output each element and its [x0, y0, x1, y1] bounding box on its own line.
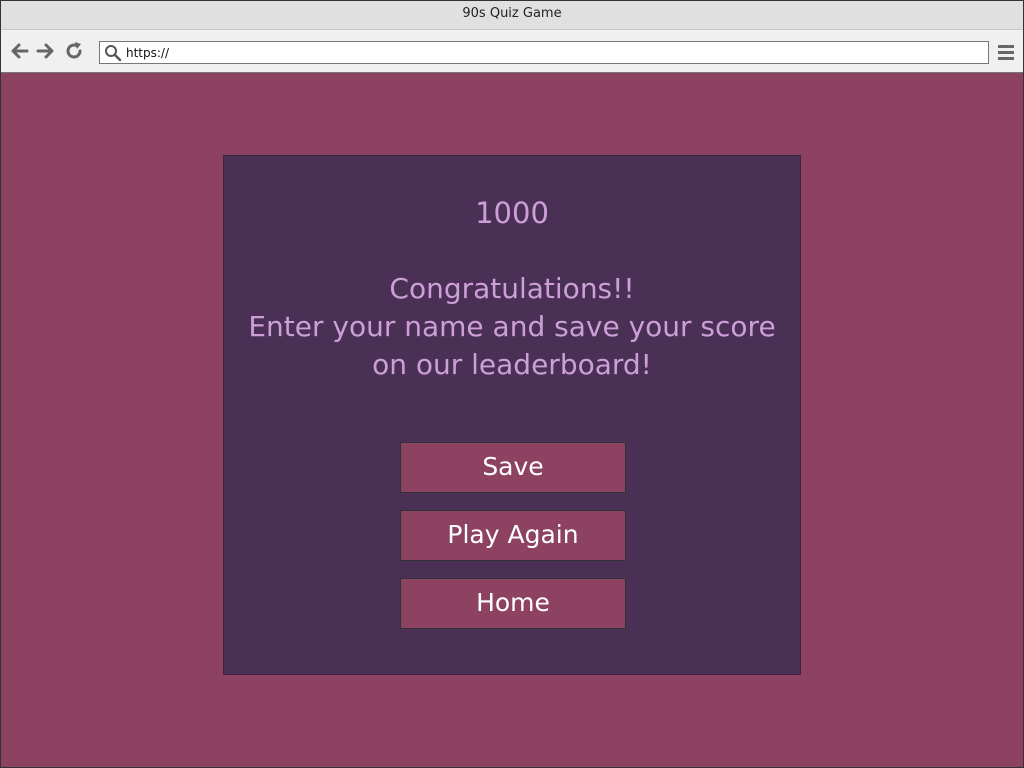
- reload-icon: [66, 42, 82, 59]
- browser-menu-button[interactable]: [997, 41, 1015, 63]
- final-score: 1000: [475, 196, 549, 230]
- message-line: on our leaderboard!: [372, 348, 652, 381]
- browser-window: 90s Quiz Game https:// 1000 Congratulati…: [0, 0, 1024, 768]
- save-button[interactable]: Save: [400, 442, 626, 493]
- window-title: 90s Quiz Game: [1, 1, 1023, 30]
- address-bar[interactable]: [99, 41, 989, 64]
- search-icon: [105, 45, 122, 62]
- forward-arrow-icon: [36, 43, 54, 59]
- reload-button[interactable]: [63, 40, 85, 62]
- message-line: Enter your name and save your score: [248, 310, 776, 343]
- home-button[interactable]: Home: [400, 578, 626, 629]
- url-input[interactable]: [126, 42, 976, 63]
- browser-toolbar: [1, 30, 1023, 73]
- back-arrow-icon: [11, 43, 29, 59]
- forward-button[interactable]: [34, 40, 56, 62]
- hamburger-menu-icon: [998, 45, 1014, 60]
- back-button[interactable]: [9, 40, 31, 62]
- message-line: Congratulations!!: [389, 272, 635, 305]
- congratulations-message: Congratulations!! Enter your name and sa…: [224, 270, 800, 384]
- end-game-panel: 1000 Congratulations!! Enter your name a…: [223, 155, 801, 675]
- play-again-button[interactable]: Play Again: [400, 510, 626, 561]
